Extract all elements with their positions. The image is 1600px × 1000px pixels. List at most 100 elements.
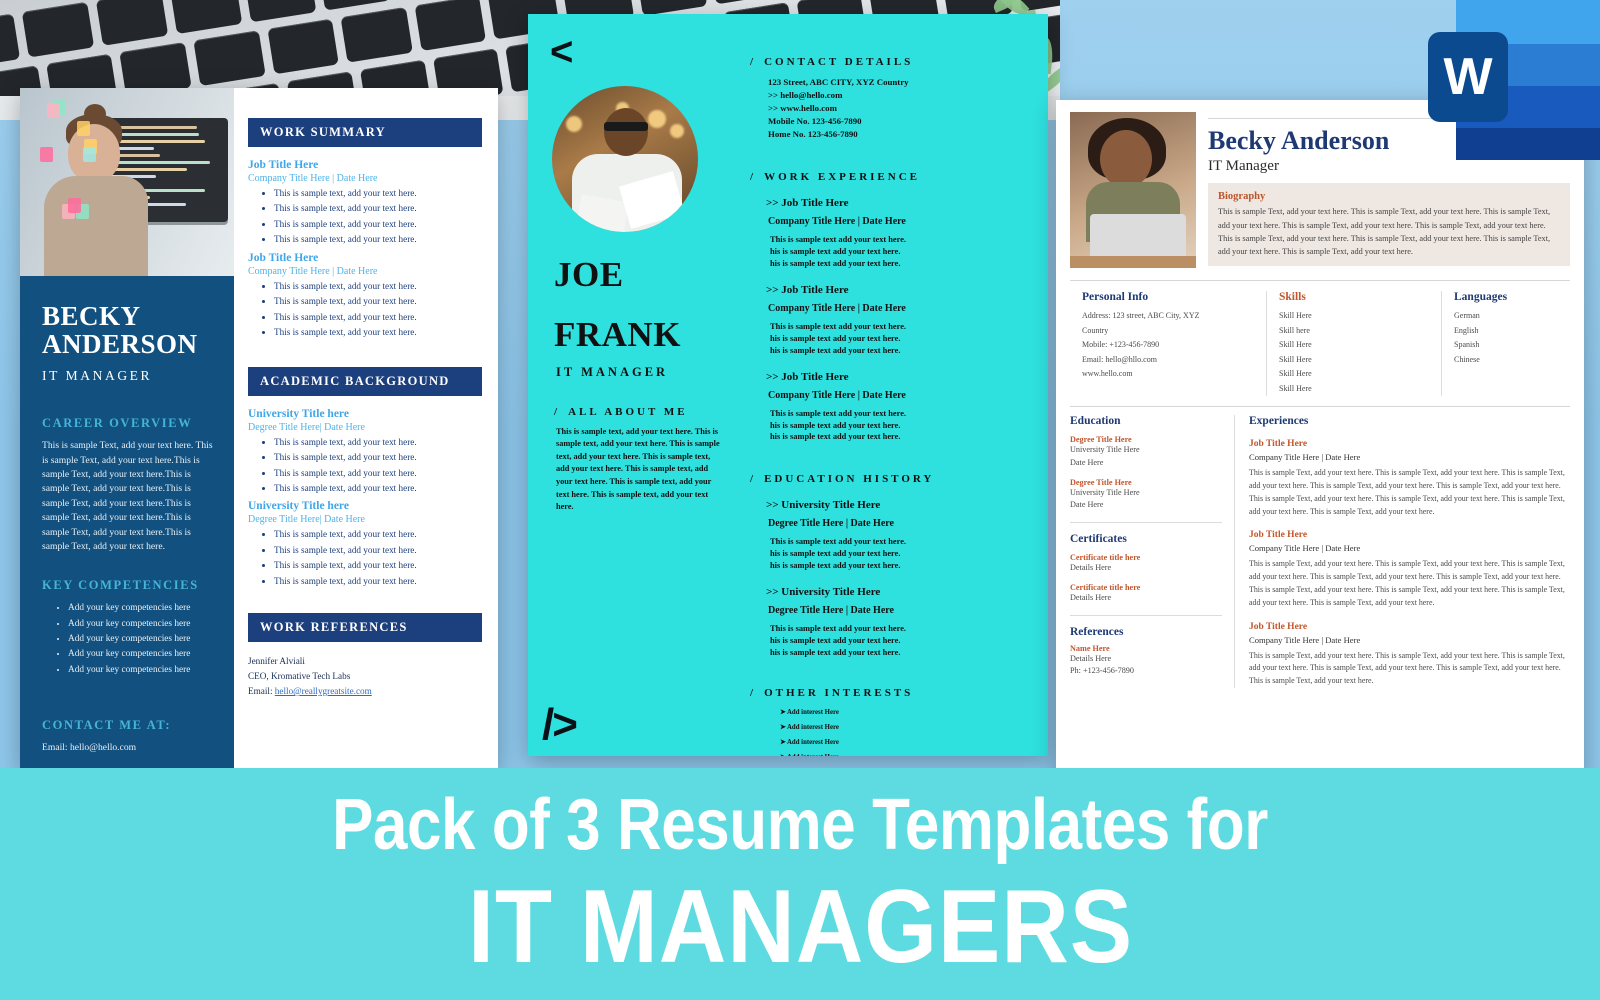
contact-address: 123 Street, ABC CITY, XYZ Country (768, 76, 1034, 89)
list-item: Address: 123 street, ABC City, XYZ (1082, 309, 1254, 324)
work-experience-heading: / WORK EXPERIENCE (750, 171, 1034, 183)
reference-email-link[interactable]: hello@reallygreatsite.com (275, 686, 372, 696)
work-summary-entries: Job Title Here Company Title Here | Date … (248, 159, 482, 341)
resume2-role: IT MANAGER (556, 365, 750, 380)
personal-info-heading: Personal Info (1082, 291, 1254, 303)
contact-home: Home No. 123-456-7890 (768, 128, 1034, 141)
entry-bullets: This is sample text, add your text here.… (248, 435, 482, 497)
entry-bullets: This is sample text, add your text here.… (248, 279, 482, 341)
slash-icon: / (750, 473, 756, 485)
entry-title: University Title here (248, 500, 482, 512)
banner-line-2: IT MANAGERS (467, 875, 1132, 979)
list-item: Add your key competencies here (68, 663, 214, 678)
resume1-name-block: BECKY ANDERSON IT MANAGER (20, 276, 234, 392)
contact-email: Email: hello@hello.com (42, 741, 214, 755)
contact-email: >> hello@hello.com (768, 89, 1034, 102)
reference-title: CEO, Kromative Tech Labs (248, 669, 482, 684)
job-title: Job Title Here (1249, 439, 1570, 449)
resume1-name-line1: BECKY (42, 302, 212, 330)
microsoft-word-icon[interactable]: W (1408, 0, 1600, 160)
other-interests-heading: / OTHER INTERESTS (750, 687, 1034, 699)
entry-subtitle: Company Title Here | Date Here (768, 216, 1034, 227)
reference-phone: Ph: +123-456-7890 (1070, 665, 1222, 678)
entry-title: >> University Title Here (766, 499, 1034, 511)
academic-heading: ACADEMIC BACKGROUND (248, 367, 482, 396)
list-item: Email: hello@hllo.com (1082, 353, 1254, 368)
list-item: Spanish (1454, 338, 1558, 353)
entry-title: >> Job Title Here (766, 197, 1034, 209)
date: Date Here (1070, 457, 1222, 470)
list-item: Add your key competencies here (68, 632, 214, 647)
list-item: This is sample text, add your text here. (274, 201, 482, 216)
entry-subtitle: Degree Title Here| Date Here (248, 422, 482, 433)
list-item: This is sample text, add your text here. (274, 481, 482, 496)
personal-info-lines: Address: 123 street, ABC City, XYZ Countr… (1082, 309, 1254, 382)
certificate-entries: Certificate title here Details Here Certif… (1070, 553, 1222, 604)
entry-title: Job Title Here (248, 159, 482, 171)
resume-entry: >> University Title Here Degree Title Her… (750, 499, 1034, 572)
resume-entry: >> Job Title Here Company Title Here | Da… (750, 284, 1034, 357)
slash-icon: / (750, 56, 756, 68)
work-experience-entries: >> Job Title Here Company Title Here | Da… (750, 197, 1034, 443)
experience-description: This is sample Text, add your text here.… (1249, 558, 1570, 609)
skills-list: Skill Here Skill here Skill Here Skill Here… (1279, 309, 1429, 396)
resume2-main: / CONTACT DETAILS 123 Street, ABC CITY, X… (750, 14, 1048, 756)
company-and-date: Company Title Here | Date Here (1249, 543, 1570, 553)
word-icon-tile: W (1428, 32, 1508, 122)
list-item: Skill Here (1279, 367, 1429, 382)
list-item: This is sample text, add your text here. (274, 558, 482, 573)
list-item: www.hello.com (1082, 367, 1254, 382)
entry-title: Job Title Here (248, 252, 482, 264)
banner-line-1: Pack of 3 Resume Templates for (332, 789, 1268, 861)
reference-email-label: Email: (248, 686, 273, 696)
reference-details: Details Here (1070, 653, 1222, 666)
reference-name: Jennifer Alviali (248, 654, 482, 669)
career-overview-heading: CAREER OVERVIEW (42, 416, 214, 431)
resume-template-3[interactable]: Becky Anderson IT Manager Biography This… (1056, 100, 1584, 780)
entry-subtitle: Degree Title Here | Date Here (768, 605, 1034, 616)
list-item: ➤ Add interest Here (780, 722, 1034, 733)
entry-subtitle: Company Title Here | Date Here (248, 173, 482, 184)
resume2-avatar (552, 86, 698, 232)
resume3-left-column: Education Degree Title Here University Ti… (1070, 415, 1234, 688)
resume2-name-line2: FRANK (554, 318, 750, 352)
resume3-photo (1070, 112, 1196, 268)
slash-icon: / (750, 687, 756, 699)
reference-email-row: Email: hello@reallygreatsite.com (248, 684, 482, 699)
list-item: This is sample text, add your text here. (274, 186, 482, 201)
entry-subtitle: Company Title Here | Date Here (768, 303, 1034, 314)
resume-template-2[interactable]: < JOE FRANK IT MANAGER / ALL ABOUT ME Th… (528, 14, 1048, 756)
list-item: This is sample text, add your text here. (274, 527, 482, 542)
entry-description: This is sample text add your text here. h… (770, 408, 1034, 444)
languages-list: German English Spanish Chinese (1454, 309, 1558, 367)
contact-mobile: Mobile No. 123-456-7890 (768, 115, 1034, 128)
academic-entries: University Title here Degree Title Here| … (248, 408, 482, 590)
list-item: Skill here (1279, 324, 1429, 339)
entry-subtitle: Degree Title Here| Date Here (248, 514, 482, 525)
info-columns: Personal Info Address: 123 street, ABC C… (1070, 291, 1570, 396)
university-title: University Title Here (1070, 444, 1222, 457)
list-item: This is sample text, add your text here. (274, 450, 482, 465)
slash-icon: / (554, 406, 560, 418)
resume-template-1[interactable]: BECKY ANDERSON IT MANAGER CAREER OVERVIE… (20, 88, 498, 770)
about-text: This is sample text, add your text here.… (556, 426, 724, 514)
job-title: Job Title Here (1249, 530, 1570, 540)
resume-entry: Job Title Here Company Title Here | Date … (248, 159, 482, 248)
list-item: This is sample text, add your text here. (274, 232, 482, 247)
certificates-heading: Certificates (1070, 533, 1222, 545)
entry-title: >> Job Title Here (766, 284, 1034, 296)
career-overview-text: This is sample Text, add your text here.… (42, 439, 214, 554)
skills-column: Skills Skill Here Skill here Skill Here Ski… (1266, 291, 1441, 396)
resume1-sidebar-body: CAREER OVERVIEW This is sample Text, add… (20, 416, 234, 770)
promo-banner: Pack of 3 Resume Templates for IT MANAGE… (0, 768, 1600, 1000)
resume2-name-line1: JOE (554, 258, 750, 292)
resume3-role: IT Manager (1208, 158, 1570, 175)
interests-list: ➤ Add interest Here ➤ Add interest Here ➤ … (750, 707, 1034, 756)
resume1-sidebar: BECKY ANDERSON IT MANAGER CAREER OVERVIE… (20, 88, 234, 770)
entry-title: >> Job Title Here (766, 371, 1034, 383)
entry-bullets: This is sample text, add your text here.… (248, 527, 482, 589)
personal-info-column: Personal Info Address: 123 street, ABC C… (1070, 291, 1266, 396)
back-arrow-icon: < (550, 32, 750, 72)
list-item: German (1454, 309, 1558, 324)
experience-description: This is sample Text, add your text here.… (1249, 650, 1570, 688)
